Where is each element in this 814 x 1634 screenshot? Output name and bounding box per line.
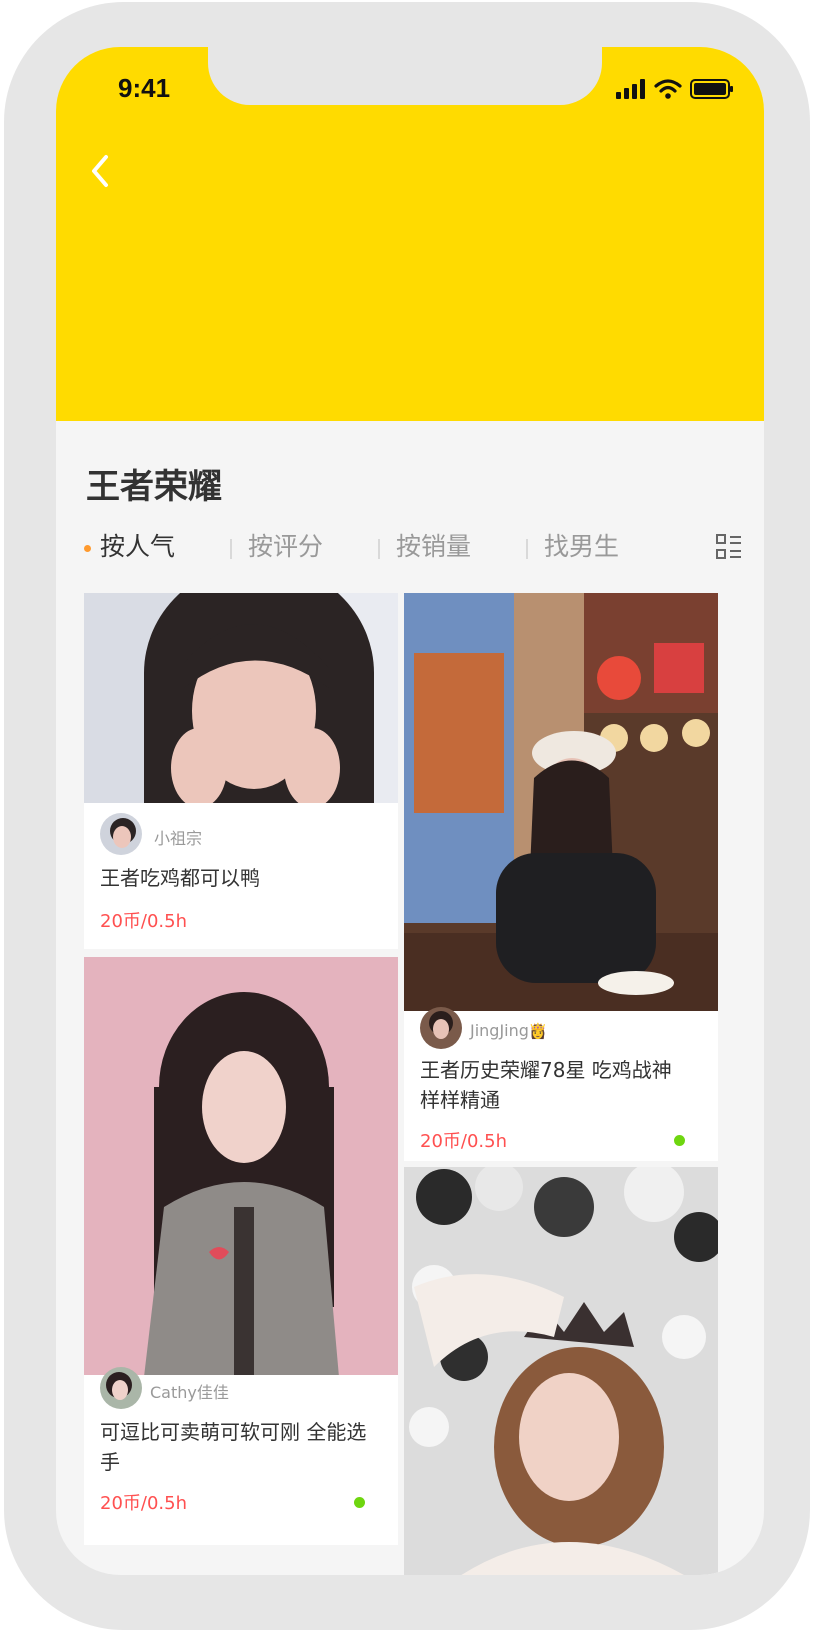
page-title: 王者荣耀	[86, 467, 222, 507]
player-nickname-row: JingJing👸	[470, 1021, 548, 1040]
signal-icon	[616, 79, 645, 99]
player-card[interactable]: 小祖宗 王者吃鸡都可以鸭 20币/0.5h	[84, 593, 398, 949]
player-nickname: Cathy佳佳	[150, 1383, 229, 1402]
crown-emoji-icon: 👸	[528, 1022, 548, 1040]
sort-tabs: 按人气 按评分 按销量 找男生	[82, 529, 742, 569]
battery-icon	[690, 79, 733, 99]
player-card[interactable]: Cathy佳佳 可逗比可卖萌可软可刚 全能选手 20币/0.5h	[84, 957, 398, 1545]
player-photo	[404, 1167, 718, 1575]
player-description: 可逗比可卖萌可软可刚 全能选手	[100, 1420, 367, 1474]
avatar	[100, 1367, 142, 1409]
tab-popularity[interactable]: 按人气	[100, 529, 175, 565]
player-photo	[84, 957, 398, 1375]
status-time: 9:41	[118, 73, 171, 103]
online-status-dot	[354, 1497, 365, 1508]
active-tab-dot	[84, 545, 91, 552]
tab-separator	[378, 539, 380, 559]
player-description: 王者吃鸡都可以鸭	[100, 866, 260, 890]
tab-separator	[230, 539, 232, 559]
player-card[interactable]: JingJing👸 王者历史荣耀78星 吃鸡战神 样样精通 20币/0.5h	[404, 593, 718, 1161]
player-card[interactable]	[404, 1167, 718, 1575]
player-price: 20币/0.5h	[420, 1131, 508, 1152]
avatar	[100, 813, 142, 855]
avatar	[420, 1007, 462, 1049]
wifi-icon	[654, 79, 682, 99]
status-icons	[616, 79, 734, 99]
player-nickname: JingJing	[470, 1021, 529, 1040]
tab-sales[interactable]: 按销量	[396, 529, 471, 565]
player-photo	[404, 593, 718, 1011]
list-filter-icon[interactable]	[716, 533, 742, 561]
tab-rating[interactable]: 按评分	[248, 529, 323, 565]
online-status-dot	[674, 1135, 685, 1146]
player-photo	[84, 593, 398, 803]
player-price: 20币/0.5h	[100, 1493, 188, 1514]
device-notch	[208, 47, 602, 105]
back-arrow-icon[interactable]	[86, 151, 116, 191]
player-nickname: 小祖宗	[154, 829, 203, 848]
player-description: 王者历史荣耀78星 吃鸡战神 样样精通	[420, 1058, 672, 1112]
tab-separator	[526, 539, 528, 559]
app-screen: 9:41 王者荣耀 按人气 按评分 按销量 找男生 小祖宗 王者吃鸡都可以鸭 2…	[56, 47, 764, 1575]
player-price: 20币/0.5h	[100, 911, 188, 932]
tab-find-male[interactable]: 找男生	[544, 529, 619, 565]
